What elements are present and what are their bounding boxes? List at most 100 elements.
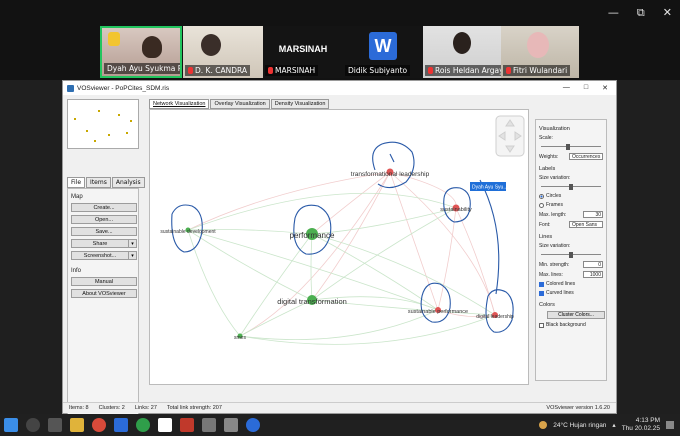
meeting-window-controls: — ⧉ ✕ <box>608 6 672 20</box>
links <box>187 171 496 345</box>
line-size-slider[interactable] <box>541 252 601 258</box>
status-links: Links: 27 <box>134 405 157 411</box>
label-size-slider-knob[interactable] <box>569 184 573 190</box>
scale-slider[interactable] <box>541 144 601 150</box>
curved-lines-checkbox[interactable] <box>539 290 544 296</box>
clock-date: Thu 20.02.25 <box>621 425 660 432</box>
search-icon[interactable] <box>26 418 40 432</box>
navigation-control[interactable] <box>495 115 525 157</box>
min-strength-row: Min. strength: 0 <box>539 261 603 268</box>
label-size-row: Size variation: <box>539 175 603 181</box>
black-background-checkbox[interactable] <box>539 322 544 328</box>
window-titlebar: VOSviewer - PoPCites_SDM.ris — □ ✕ <box>63 81 616 95</box>
windows-start-icon[interactable] <box>4 418 18 432</box>
app-icon <box>67 84 74 92</box>
notification-icon[interactable] <box>666 421 674 429</box>
colors-heading: Colors <box>539 302 555 308</box>
max-length-row: Max. length: 30 <box>539 211 603 218</box>
taskbar: 24°C Hujan ringan ▴ 4:13 PM Thu 20.02.25 <box>0 414 680 436</box>
cluster-colors-button[interactable]: Cluster Colors... <box>547 311 605 319</box>
system-tray: 24°C Hujan ringan ▴ 4:13 PM Thu 20.02.25 <box>539 417 680 433</box>
tab-density-visualization[interactable]: Density Visualization <box>270 99 330 109</box>
visualization-heading: Visualization <box>539 126 570 132</box>
chevron-down-icon[interactable]: ▾ <box>129 251 137 260</box>
participant-tile[interactable]: Fitri Wulandari <box>501 26 579 78</box>
info-section-title: Info <box>71 268 82 274</box>
window-controls: — □ ✕ <box>563 84 616 92</box>
overview-minimap[interactable] <box>67 99 139 149</box>
map-section-title: Map <box>71 194 83 200</box>
share-button[interactable]: Share <box>71 239 129 248</box>
frames-radio[interactable] <box>539 202 544 208</box>
tab-network-visualization[interactable]: Network Visualization <box>149 99 210 109</box>
label-digital-transformation: digital transformation <box>277 297 347 306</box>
status-clusters: Clusters: 2 <box>98 405 125 411</box>
task-view-icon[interactable] <box>48 418 62 432</box>
screenshot-button[interactable]: Screenshot... <box>71 251 129 260</box>
restore-icon[interactable]: ⧉ <box>637 6 645 20</box>
participant-name-row: Fitri Wulandari <box>503 65 571 76</box>
visualization-tabs: Network Visualization Overlay Visualizat… <box>149 99 330 109</box>
tab-overlay-visualization[interactable]: Overlay Visualization <box>210 99 270 109</box>
word-icon[interactable] <box>114 418 128 432</box>
create-button[interactable]: Create... <box>71 203 137 212</box>
tab-file[interactable]: File <box>67 177 86 188</box>
media-icon[interactable] <box>224 418 238 432</box>
label-sustainable-performance: sustainable performance <box>408 309 468 315</box>
participant-tile[interactable]: MARSINAH MARSINAH <box>263 26 343 78</box>
left-tabs: File Items Analysis <box>67 177 145 188</box>
min-strength-input[interactable]: 0 <box>583 261 603 268</box>
max-length-input[interactable]: 30 <box>583 211 603 218</box>
maximize-icon[interactable]: □ <box>584 84 588 92</box>
circles-radio[interactable] <box>539 193 544 199</box>
participant-name: Dyah Ayu Syukma Pertiwi <box>104 63 180 74</box>
close-icon[interactable]: ✕ <box>663 6 672 20</box>
share-split: Share ▾ <box>71 239 137 248</box>
settings-panel: Visualization Scale: Weights: Occurrences… <box>535 119 607 381</box>
file-explorer-icon[interactable] <box>70 418 84 432</box>
about-button[interactable]: About VOSviewer <box>71 289 137 298</box>
mendeley-icon[interactable] <box>180 418 194 432</box>
close-icon[interactable]: ✕ <box>602 84 608 92</box>
line-size-slider-knob[interactable] <box>569 252 573 258</box>
label-sustainable-development: sustainable development <box>160 229 216 235</box>
weights-select[interactable]: Occurrences <box>569 153 603 160</box>
participant-tile[interactable]: Dyah Ayu Syukma Pertiwi <box>100 26 182 78</box>
max-lines-input[interactable]: 1000 <box>583 271 603 278</box>
network-svg[interactable]: transformational leadership performance … <box>150 110 529 385</box>
colored-lines-checkbox[interactable] <box>539 281 544 287</box>
font-select[interactable]: Open Sans <box>569 221 603 228</box>
zoom-icon[interactable] <box>246 418 260 432</box>
clock[interactable]: 4:13 PM Thu 20.02.25 <box>622 417 660 433</box>
participant-name: MARSINAH <box>275 66 316 75</box>
photos-icon[interactable] <box>202 418 216 432</box>
chrome-alt-icon[interactable] <box>136 418 150 432</box>
vosviewer-window: VOSviewer - PoPCites_SDM.ris — □ ✕ File … <box>62 80 617 418</box>
open-button[interactable]: Open... <box>71 215 137 224</box>
minimize-icon[interactable]: — <box>608 6 619 20</box>
participant-tile[interactable]: Rois Heldan Argayudha <box>423 26 501 78</box>
tab-analysis[interactable]: Analysis <box>111 177 145 188</box>
manual-button[interactable]: Manual <box>71 277 137 286</box>
participant-name: Fitri Wulandari <box>513 66 568 75</box>
status-items: Items: 8 <box>69 405 89 411</box>
participant-tile[interactable]: W Didik Subiyanto <box>343 26 423 78</box>
scale-slider-knob[interactable] <box>566 144 570 150</box>
mic-muted-icon <box>506 67 511 74</box>
avatar <box>453 32 471 54</box>
chevron-down-icon[interactable]: ▾ <box>129 239 137 248</box>
participant-name-row: D. K. CANDRA <box>185 65 251 76</box>
avatar <box>142 36 162 58</box>
colored-lines-label: Colored lines <box>546 281 576 287</box>
chrome-icon[interactable] <box>92 418 106 432</box>
tab-items[interactable]: Items <box>86 177 111 188</box>
network-canvas[interactable]: transformational leadership performance … <box>149 109 529 385</box>
max-lines-label: Max. lines: <box>539 271 563 278</box>
save-button[interactable]: Save... <box>71 227 137 236</box>
weather-text[interactable]: 24°C Hujan ringan <box>553 422 606 429</box>
label-size-slider[interactable] <box>541 184 601 190</box>
minimize-icon[interactable]: — <box>563 84 570 92</box>
document-icon[interactable] <box>158 418 172 432</box>
network-icon[interactable]: ▴ <box>612 421 615 429</box>
participant-tile[interactable]: D. K. CANDRA <box>183 26 263 78</box>
